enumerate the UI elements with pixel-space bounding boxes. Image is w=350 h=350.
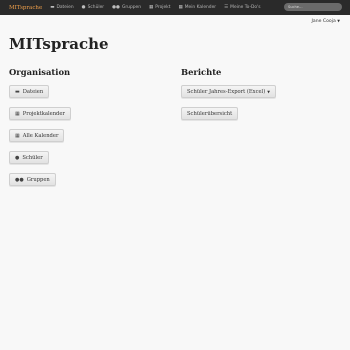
nav-item-gruppen[interactable]: ●● Gruppen [112, 5, 141, 10]
user-menu[interactable]: Jane Cooja ▼ [312, 19, 340, 24]
button-label: Projektkalender [22, 110, 65, 117]
caret-down-icon: ▼ [337, 19, 340, 23]
folder-icon: ▬ [15, 88, 20, 95]
button-label: Gruppen [26, 176, 50, 183]
dateien-button[interactable]: ▬ Dateien [9, 85, 50, 98]
button-label: Alle Kalender [22, 132, 59, 139]
calendar-icon: ▦ [149, 5, 154, 10]
nav-item-projekt[interactable]: ▦ Projekt [149, 5, 170, 10]
button-label: Schülerübersicht [187, 110, 233, 117]
schueleruebersicht-button[interactable]: Schülerübersicht [181, 107, 239, 120]
user-name: Jane Cooja [311, 19, 336, 24]
page-title: MITsprache [9, 35, 109, 53]
schueler-jahres-export-dropdown[interactable]: Schüler Jahres-Export (Excel) ▼ [181, 85, 276, 98]
calendar-icon: ▦ [15, 132, 20, 139]
button-label: Schüler [22, 154, 43, 161]
berichte-section: Berichte Schüler Jahres-Export (Excel) ▼… [181, 67, 276, 129]
nav-item-label: Gruppen [121, 5, 142, 10]
user-icon: ● [15, 154, 20, 161]
button-label: Schüler Jahres-Export (Excel) [187, 88, 266, 95]
button-label: Dateien [22, 88, 44, 95]
nav-item-label: Dateien [56, 5, 74, 10]
projektkalender-button[interactable]: ▦ Projektkalender [9, 107, 71, 120]
nav-item-label: Mein Kalender [184, 5, 217, 10]
search-input[interactable]: Suche… [284, 3, 342, 11]
nav-item-meine-todos[interactable]: ☰ Meine To-Do's [224, 5, 260, 10]
nav-item-schueler[interactable]: ● Schüler [82, 5, 104, 10]
nav-item-label: Meine To-Do's [230, 5, 261, 10]
nav-item-mein-kalender[interactable]: ▦ Mein Kalender [178, 5, 216, 10]
nav-item-label: Projekt [155, 5, 171, 10]
caret-down-icon: ▼ [267, 89, 270, 94]
calendar-icon: ▦ [15, 110, 20, 117]
list-icon: ☰ [224, 5, 229, 10]
organisation-heading: Organisation [9, 67, 71, 77]
schueler-button[interactable]: ● Schüler [9, 151, 49, 164]
users-icon: ●● [15, 176, 24, 183]
alle-kalender-button[interactable]: ▦ Alle Kalender [9, 129, 65, 142]
nav-item-dateien[interactable]: ▬ Dateien [50, 5, 73, 10]
organisation-section: Organisation ▬ Dateien ▦ Projektkalender… [9, 67, 71, 195]
folder-icon: ▬ [50, 5, 55, 10]
top-navbar: MITsprache ▬ Dateien ● Schüler ●● Gruppe… [0, 0, 350, 15]
user-icon: ● [81, 5, 86, 10]
nav-item-label: Schüler [87, 5, 105, 10]
calendar-icon: ▦ [178, 5, 183, 10]
gruppen-button[interactable]: ●● Gruppen [9, 173, 56, 186]
brand-link[interactable]: MITsprache [9, 5, 42, 11]
users-icon: ●● [112, 5, 120, 10]
berichte-heading: Berichte [181, 67, 222, 77]
